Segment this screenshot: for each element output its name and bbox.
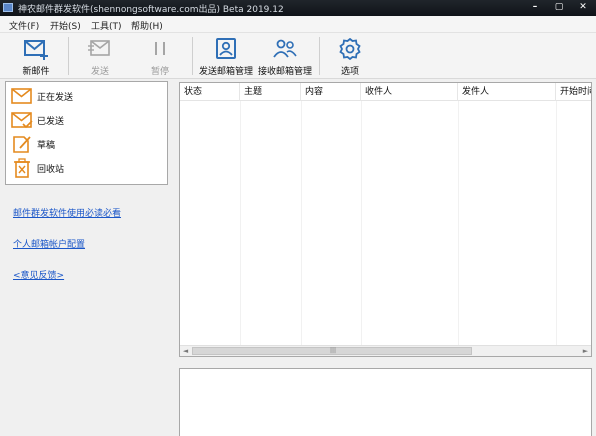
new-mail-icon xyxy=(24,40,48,60)
column-content[interactable]: 内容 xyxy=(301,83,361,101)
send-mailbox-management-button[interactable]: 发送邮箱管理 xyxy=(196,35,256,77)
column-divider xyxy=(301,101,302,346)
send-icon xyxy=(88,40,110,56)
app-icon xyxy=(3,3,13,12)
column-sender[interactable]: 发件人 xyxy=(458,83,556,101)
column-status[interactable]: 状态 xyxy=(180,83,240,101)
mail-table[interactable]: 状态 主题 内容 收件人 发件人 开始时间 ◄ ||| ► xyxy=(179,82,592,357)
column-recipient[interactable]: 收件人 xyxy=(361,83,458,101)
title-bar: 神农邮件群发软件(shennongsoftware.com出品) Beta 20… xyxy=(0,0,596,16)
folder-label: 已发送 xyxy=(37,116,65,127)
window-title: 神农邮件群发软件(shennongsoftware.com出品) Beta 20… xyxy=(18,5,284,15)
toolbar-separator xyxy=(68,37,69,75)
options-label: 选项 xyxy=(340,67,359,77)
draft-icon xyxy=(11,134,33,154)
column-subject[interactable]: 主题 xyxy=(240,83,301,101)
folder-sending[interactable]: 正在发送 xyxy=(11,85,73,107)
feedback-link[interactable]: <意见反馈> xyxy=(13,268,64,281)
receive-mailbox-management-label: 接收邮箱管理 xyxy=(257,67,312,77)
folder-drafts[interactable]: 草稿 xyxy=(11,133,55,155)
send-label: 发送 xyxy=(90,67,109,77)
table-header: 状态 主题 内容 收件人 发件人 开始时间 xyxy=(180,83,591,101)
menu-file[interactable]: 文件(F) xyxy=(9,19,39,32)
toolbar-separator xyxy=(319,37,320,75)
folder-label: 正在发送 xyxy=(37,92,74,103)
toolbar-separator xyxy=(192,37,193,75)
toolbar: 新邮件 发送 暂停 发送邮箱管理 接收邮箱管理 选项 xyxy=(0,33,596,79)
send-button[interactable]: 发送 xyxy=(78,35,122,77)
folder-label: 草稿 xyxy=(37,140,56,151)
column-start-time[interactable]: 开始时间 xyxy=(556,83,591,101)
column-divider xyxy=(240,101,241,346)
new-mail-button[interactable]: 新邮件 xyxy=(14,35,58,77)
receive-mailbox-management-button[interactable]: 接收邮箱管理 xyxy=(255,35,315,77)
close-button[interactable]: ✕ xyxy=(572,0,594,14)
scrollbar-grip: ||| xyxy=(330,347,337,354)
minimize-button[interactable]: – xyxy=(524,0,546,14)
mail-preview-pane[interactable] xyxy=(179,368,592,436)
contact-card-icon xyxy=(216,38,236,59)
menu-tools[interactable]: 工具(T) xyxy=(91,19,122,32)
pause-label: 暂停 xyxy=(150,67,169,77)
horizontal-scrollbar[interactable]: ◄ ||| ► xyxy=(180,345,591,356)
folder-recycle-bin[interactable]: 回收站 xyxy=(11,157,64,179)
options-button[interactable]: 选项 xyxy=(330,35,370,77)
pause-icon xyxy=(155,42,165,55)
sent-mail-icon xyxy=(11,110,33,130)
new-mail-label: 新邮件 xyxy=(22,67,50,77)
column-divider xyxy=(458,101,459,346)
sending-mail-icon xyxy=(11,86,33,106)
scroll-left-arrow-icon[interactable]: ◄ xyxy=(180,346,191,356)
gear-icon xyxy=(339,38,361,60)
menu-help[interactable]: 帮助(H) xyxy=(131,19,163,32)
pause-button[interactable]: 暂停 xyxy=(138,35,182,77)
column-divider xyxy=(556,101,557,346)
scroll-right-arrow-icon[interactable]: ► xyxy=(580,346,591,356)
maximize-button[interactable]: ▢ xyxy=(548,0,570,14)
menu-start[interactable]: 开始(S) xyxy=(50,19,81,32)
users-icon xyxy=(273,39,297,58)
manual-link[interactable]: 邮件群发软件使用必读必看 xyxy=(13,206,121,219)
folder-label: 回收站 xyxy=(37,164,65,175)
send-mailbox-management-label: 发送邮箱管理 xyxy=(198,67,253,77)
account-config-link[interactable]: 个人邮箱帐户配置 xyxy=(13,237,85,250)
column-divider xyxy=(361,101,362,346)
menu-bar: 文件(F) 开始(S) 工具(T) 帮助(H) xyxy=(0,16,596,33)
recycle-bin-icon xyxy=(11,158,33,178)
folder-list: 正在发送 已发送 草稿 回收站 xyxy=(5,81,168,185)
folder-sent[interactable]: 已发送 xyxy=(11,109,64,131)
